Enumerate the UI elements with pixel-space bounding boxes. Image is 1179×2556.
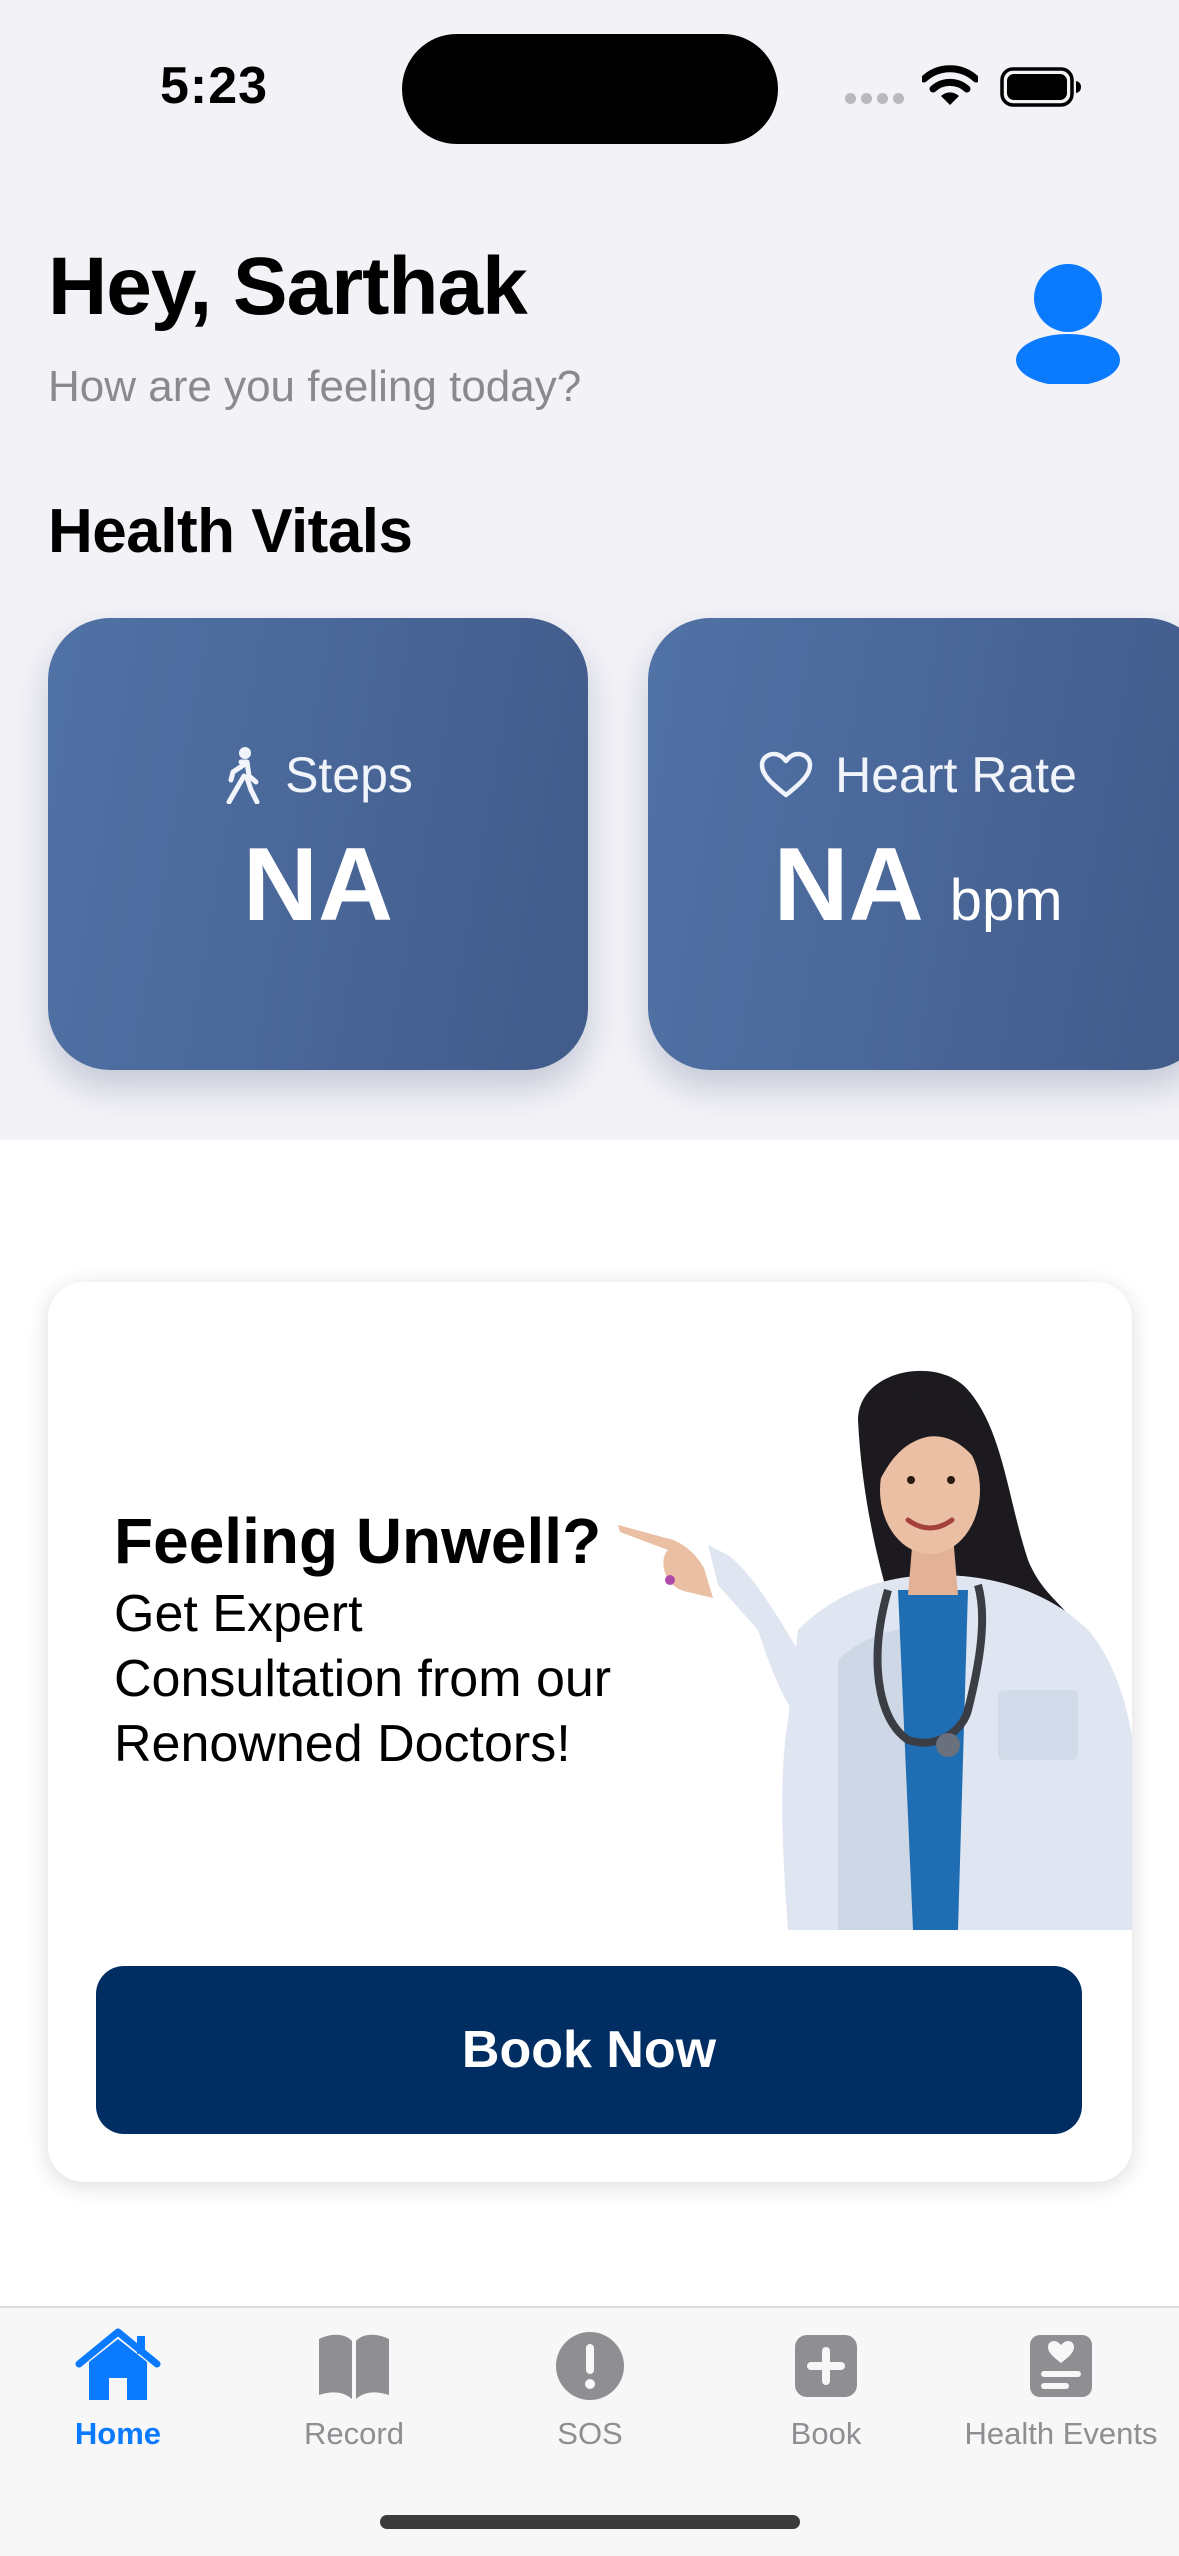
greeting-subtitle: How are you feeling today? — [48, 362, 582, 411]
house-fill-icon — [75, 2328, 161, 2400]
promo-title: Feeling Unwell? — [114, 1505, 602, 1577]
cellular-signal-icon — [845, 93, 905, 107]
steps-label-row: Steps — [48, 746, 588, 804]
list-heart-icon — [1030, 2335, 1092, 2397]
doctor-image — [618, 1370, 1132, 1930]
greeting-title: Hey, Sarthak — [48, 241, 528, 332]
exclamation-circle-icon — [556, 2332, 624, 2400]
tab-health-events-label: Health Events — [964, 2416, 1158, 2451]
heart-rate-card[interactable]: Heart Rate NA bpm — [648, 618, 1179, 1070]
steps-value-row: NA — [48, 826, 588, 945]
home-indicator[interactable] — [380, 2515, 800, 2529]
consultation-promo-card: Feeling Unwell? Get Expert Consultation … — [48, 1282, 1132, 2182]
heart-rate-value-row: NA bpm — [648, 826, 1179, 945]
plus-square-icon — [795, 2335, 857, 2397]
tab-sos-label: SOS — [557, 2416, 623, 2451]
book-fill-icon — [319, 2334, 389, 2399]
promo-body-line: Consultation from our — [114, 1650, 612, 1708]
dynamic-island — [402, 34, 778, 144]
battery-icon — [1000, 67, 1081, 107]
tab-sos[interactable]: SOS — [472, 2308, 708, 2468]
promo-body: Get Expert Consultation from our Renowne… — [114, 1582, 674, 1777]
tab-book[interactable]: Book — [708, 2308, 944, 2468]
wifi-icon — [922, 65, 978, 105]
promo-body-line: Get Expert — [114, 1585, 363, 1643]
tab-home[interactable]: Home — [0, 2308, 236, 2468]
heart-rate-value: NA — [773, 827, 924, 943]
heart-rate-label-row: Heart Rate — [648, 746, 1179, 804]
steps-value: NA — [242, 827, 394, 943]
home-screen: 5:23 Hey, Sarthak How are you feeling to… — [0, 0, 1179, 2556]
profile-icon[interactable] — [1012, 258, 1124, 384]
promo-body-line: Renowned Doctors! — [114, 1715, 571, 1773]
status-time: 5:23 — [160, 57, 269, 115]
heart-outline-icon — [759, 751, 813, 798]
walking-figure-icon — [226, 747, 260, 804]
health-vitals-title: Health Vitals — [48, 497, 413, 566]
tab-record-label: Record — [304, 2416, 404, 2451]
heart-rate-label: Heart Rate — [835, 747, 1077, 803]
tab-health-events[interactable]: Health Events — [943, 2308, 1179, 2468]
steps-label: Steps — [285, 747, 413, 803]
steps-card[interactable]: Steps NA — [48, 618, 588, 1070]
heart-rate-unit: bpm — [949, 868, 1063, 933]
tab-book-label: Book — [790, 2416, 862, 2451]
tab-home-label: Home — [74, 2416, 162, 2451]
book-now-button[interactable]: Book Now — [96, 1966, 1082, 2134]
tab-record[interactable]: Record — [236, 2308, 472, 2468]
